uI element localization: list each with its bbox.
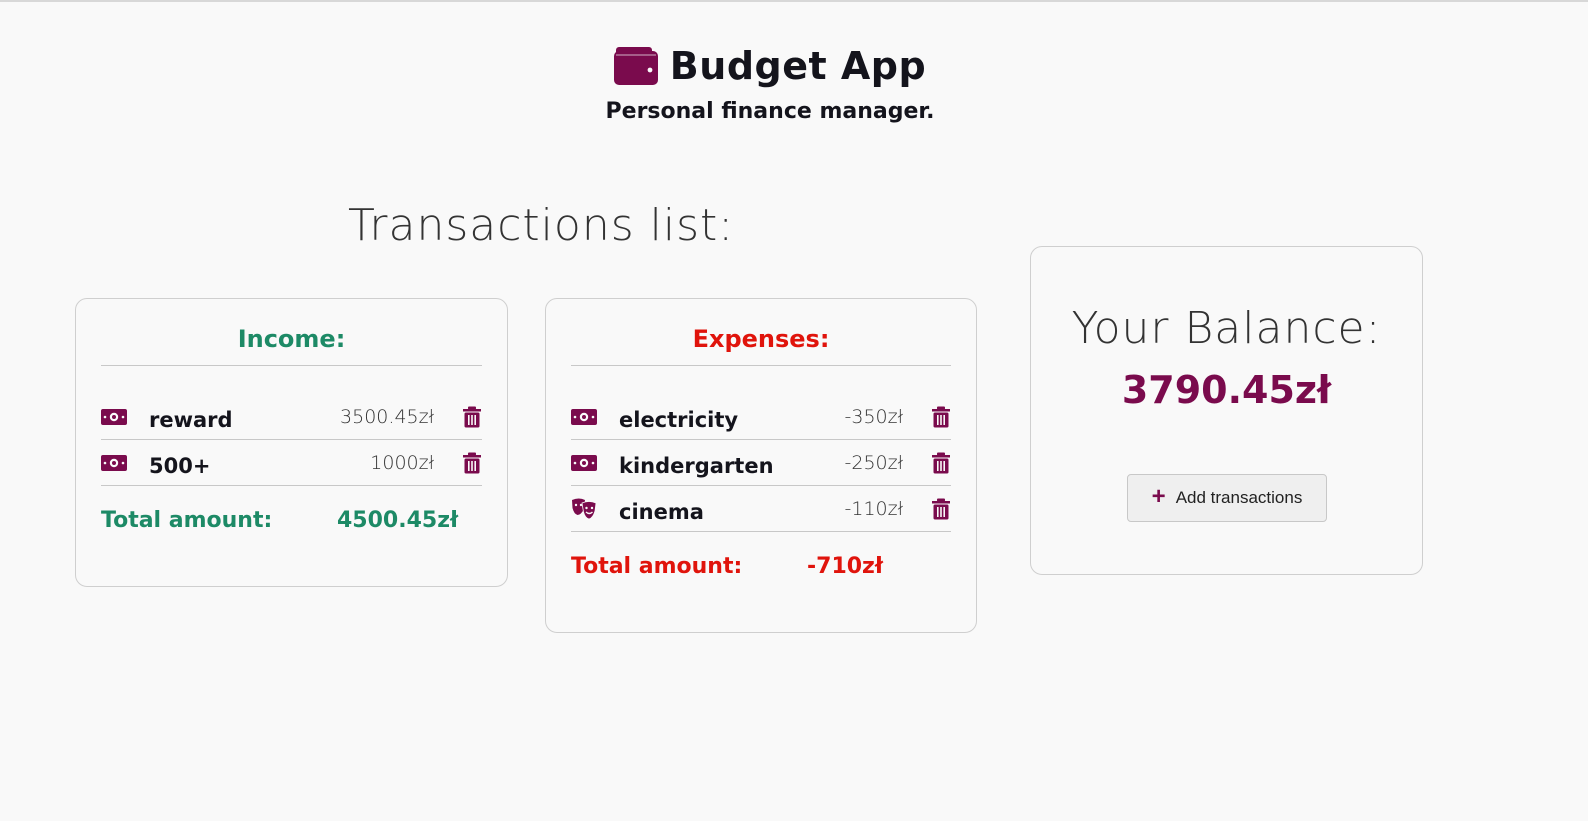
transaction-amount: -110zł xyxy=(844,497,904,520)
income-row: reward 3500.45zł xyxy=(101,394,482,440)
transaction-amount: 1000zł xyxy=(370,451,434,474)
money-bill-icon xyxy=(571,453,597,473)
expenses-card: Expenses: electricity -350zł kindergarte… xyxy=(545,298,977,633)
expense-row: electricity -350zł xyxy=(571,394,951,440)
expenses-total-label: Total amount: xyxy=(571,554,743,579)
balance-title: Your Balance: xyxy=(1071,303,1382,354)
trash-icon[interactable] xyxy=(931,406,951,428)
trash-icon[interactable] xyxy=(931,452,951,474)
income-heading: Income: xyxy=(101,325,482,366)
trash-icon[interactable] xyxy=(462,452,482,474)
transaction-amount: -250zł xyxy=(844,451,904,474)
expenses-list: electricity -350zł kindergarten -250zł c… xyxy=(571,394,951,532)
plus-icon: + xyxy=(1151,482,1166,510)
money-bill-icon xyxy=(101,407,127,427)
wallet-icon xyxy=(613,47,658,85)
money-bill-icon xyxy=(571,407,597,427)
income-card: Income: reward 3500.45zł 500+ 1000zł Tot… xyxy=(75,298,508,587)
transaction-amount: 3500.45zł xyxy=(340,405,434,428)
transactions-list-title: Transactions list: xyxy=(348,200,735,251)
add-transactions-button[interactable]: + Add transactions xyxy=(1127,474,1327,522)
income-total-label: Total amount: xyxy=(101,508,273,533)
money-bill-icon xyxy=(101,453,127,473)
theater-masks-icon xyxy=(571,498,597,519)
transaction-name: kindergarten xyxy=(619,453,774,478)
expense-row: kindergarten -250zł xyxy=(571,440,951,486)
income-total-value: 4500.45zł xyxy=(337,508,459,533)
add-transactions-label: Add transactions xyxy=(1175,488,1303,507)
expenses-total: Total amount: -710zł xyxy=(571,554,951,579)
transaction-name: reward xyxy=(149,407,233,432)
app-title: Budget App xyxy=(669,44,927,88)
transaction-name: electricity xyxy=(619,407,739,432)
transaction-name: cinema xyxy=(619,499,704,524)
expense-row: cinema -110zł xyxy=(571,486,951,532)
transaction-name: 500+ xyxy=(149,453,211,478)
expenses-total-value: -710zł xyxy=(807,554,884,579)
trash-icon[interactable] xyxy=(462,406,482,428)
balance-card: Your Balance: 3790.45zł + Add transactio… xyxy=(1030,246,1423,575)
expenses-heading: Expenses: xyxy=(571,325,951,366)
income-row: 500+ 1000zł xyxy=(101,440,482,486)
app-header: Budget App Personal finance manager. xyxy=(0,44,1540,124)
income-total: Total amount: 4500.45zł xyxy=(101,508,482,533)
trash-icon[interactable] xyxy=(931,498,951,520)
title-row: Budget App xyxy=(613,44,927,88)
transaction-amount: -350zł xyxy=(844,405,904,428)
balance-value: 3790.45zł xyxy=(1121,368,1332,412)
app-subtitle: Personal finance manager. xyxy=(605,99,935,124)
income-list: reward 3500.45zł 500+ 1000zł xyxy=(101,394,482,486)
